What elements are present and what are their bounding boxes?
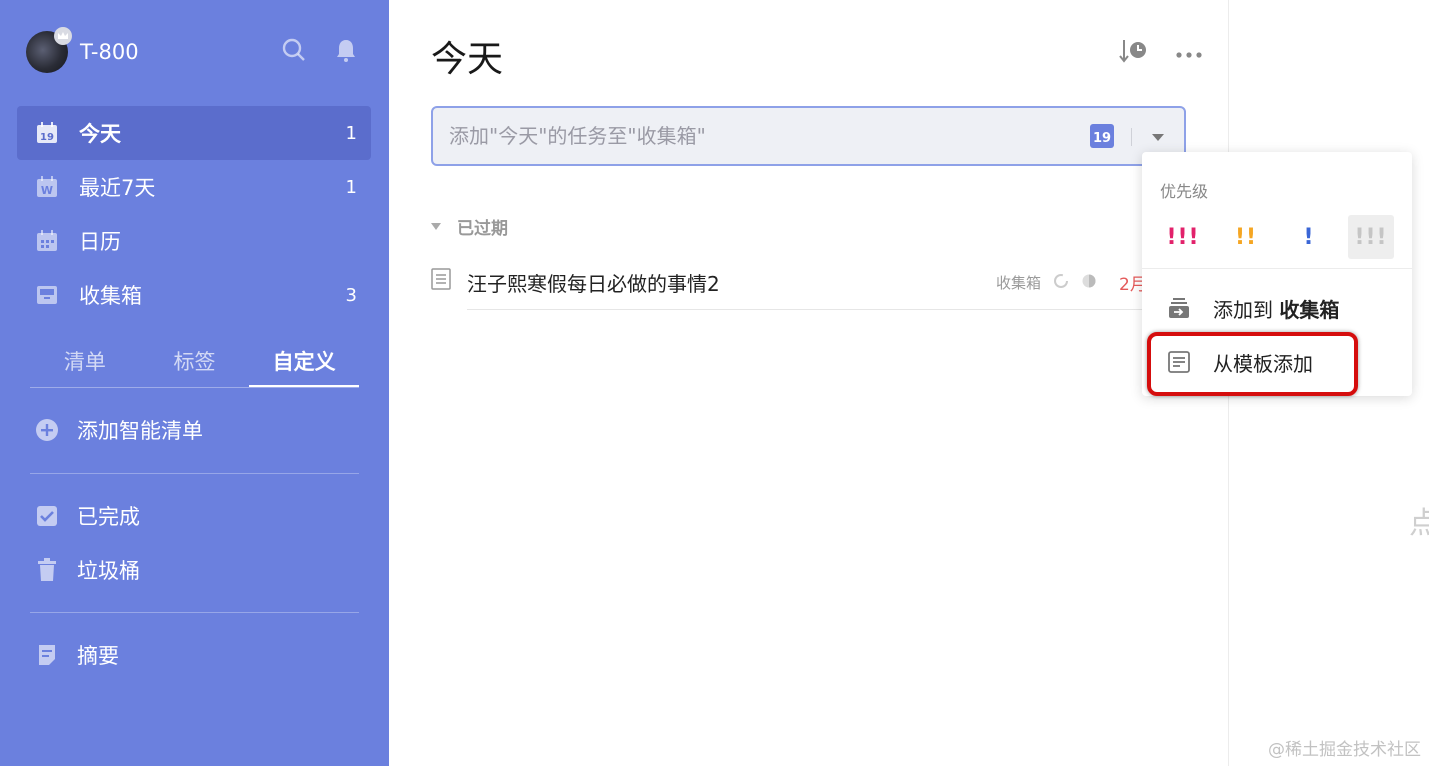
priority-low-button[interactable]: !	[1286, 215, 1332, 259]
priority-high-button[interactable]: !!!	[1160, 215, 1206, 259]
progress-icon	[1081, 273, 1097, 293]
nav-item-inbox[interactable]: 收集箱 3	[17, 268, 371, 322]
nav-item-trash[interactable]: 垃圾桶	[35, 548, 140, 592]
chevron-down-icon[interactable]	[1152, 134, 1164, 141]
add-task-input[interactable]	[449, 120, 1049, 152]
user-profile[interactable]: T-800	[26, 27, 139, 73]
add-to-label: 添加到	[1213, 297, 1273, 322]
tab-tags[interactable]: 标签	[140, 338, 250, 387]
task-title[interactable]: 汪子熙寒假每日必做的事情2	[467, 268, 720, 297]
header-actions	[1119, 38, 1203, 68]
date-picker-icon[interactable]: 19	[1090, 124, 1114, 148]
svg-text:W: W	[41, 184, 53, 197]
tab-lists[interactable]: 清单	[30, 338, 140, 387]
main-panel: 今天 19 已过期 汪子熙寒假每日必做的事情2 收集箱	[389, 0, 1228, 766]
collapse-triangle-icon[interactable]	[431, 223, 441, 230]
task-row[interactable]: 汪子熙寒假每日必做的事情2 收集箱 2月	[431, 254, 1191, 310]
move-to-inbox-icon	[1167, 296, 1191, 320]
add-to-list-item[interactable]: 添加到 收集箱	[1167, 288, 1339, 328]
page-title: 今天	[431, 39, 504, 80]
search-icon[interactable]	[281, 37, 307, 63]
add-smart-list-label: 添加智能清单	[77, 419, 203, 443]
nav-count: 3	[345, 284, 357, 306]
calendar-icon	[35, 229, 59, 253]
calendar-week-icon: W	[35, 175, 59, 199]
row-divider	[467, 309, 1191, 310]
inbox-icon	[35, 283, 59, 307]
crown-icon	[54, 27, 72, 45]
nav-label: 今天	[79, 122, 121, 146]
nav-label: 日历	[79, 230, 121, 254]
username: T-800	[80, 40, 139, 64]
svg-text:19: 19	[40, 132, 54, 143]
priority-none-button[interactable]: !!!	[1348, 215, 1394, 259]
priority-glyph: !!	[1234, 224, 1258, 250]
nav-item-next7days[interactable]: W 最近7天 1	[17, 160, 371, 214]
nav-item-today[interactable]: 19 今天 1	[17, 106, 371, 160]
completed-label: 已完成	[77, 505, 140, 529]
section-overdue[interactable]: 已过期	[431, 214, 508, 239]
smart-lists: 19 今天 1 W 最近7天 1 日历 收集箱 3	[17, 106, 371, 322]
calendar-today-icon: 19	[35, 121, 59, 145]
sort-by-time-icon[interactable]	[1119, 38, 1149, 68]
nav-label: 最近7天	[79, 176, 156, 200]
note-icon	[431, 268, 451, 290]
nav-item-calendar[interactable]: 日历	[17, 214, 371, 268]
task-meta: 收集箱	[996, 272, 1097, 293]
priority-label: 优先级	[1160, 182, 1209, 201]
nav-item-completed[interactable]: 已完成	[35, 494, 140, 538]
nav-item-summary[interactable]: 摘要	[35, 633, 119, 677]
add-options-menu: 优先级 !!! !! ! !!! 添加到 收集箱 从模板添加	[1142, 152, 1412, 396]
trash-icon	[35, 558, 59, 582]
divider	[30, 612, 359, 613]
trash-label: 垃圾桶	[77, 559, 140, 583]
summary-label: 摘要	[77, 644, 119, 668]
detail-hint: 点	[1409, 506, 1429, 541]
add-smart-list-button[interactable]: 添加智能清单	[35, 408, 203, 452]
add-to-list-name: 收集箱	[1279, 297, 1340, 322]
divider	[30, 473, 359, 474]
add-from-template-item[interactable]: 从模板添加	[1167, 342, 1313, 382]
menu-divider	[1142, 268, 1412, 269]
sidebar-top-icons	[281, 37, 359, 63]
nav-count: 1	[345, 176, 357, 198]
separator	[1131, 128, 1132, 146]
from-template-label: 从模板添加	[1213, 351, 1313, 376]
sidebar: T-800 19 今天 1 W 最近7天 1 日历 收集箱 3 清单 标签 自定…	[0, 0, 389, 766]
more-icon[interactable]	[1175, 44, 1203, 63]
checkbox-icon	[35, 504, 59, 528]
nav-label: 收集箱	[79, 284, 142, 308]
add-task-box: 19	[431, 106, 1186, 166]
template-icon	[1167, 350, 1191, 374]
avatar[interactable]	[26, 27, 72, 73]
summary-icon	[35, 643, 59, 667]
plus-circle-icon	[35, 418, 59, 442]
nav-count: 1	[345, 122, 357, 144]
priority-medium-button[interactable]: !!	[1223, 215, 1269, 259]
priority-glyph: !!!	[1166, 224, 1200, 250]
tab-custom[interactable]: 自定义	[249, 338, 360, 387]
priority-glyph: !!!	[1354, 224, 1388, 250]
sidebar-tabs: 清单 标签 自定义	[30, 338, 360, 388]
bell-icon[interactable]	[333, 37, 359, 63]
section-label: 已过期	[457, 219, 508, 239]
watermark: @稀土掘金技术社区	[1268, 740, 1421, 760]
repeat-icon	[1053, 273, 1069, 293]
task-list-name: 收集箱	[996, 274, 1042, 292]
priority-glyph: !	[1303, 224, 1315, 250]
